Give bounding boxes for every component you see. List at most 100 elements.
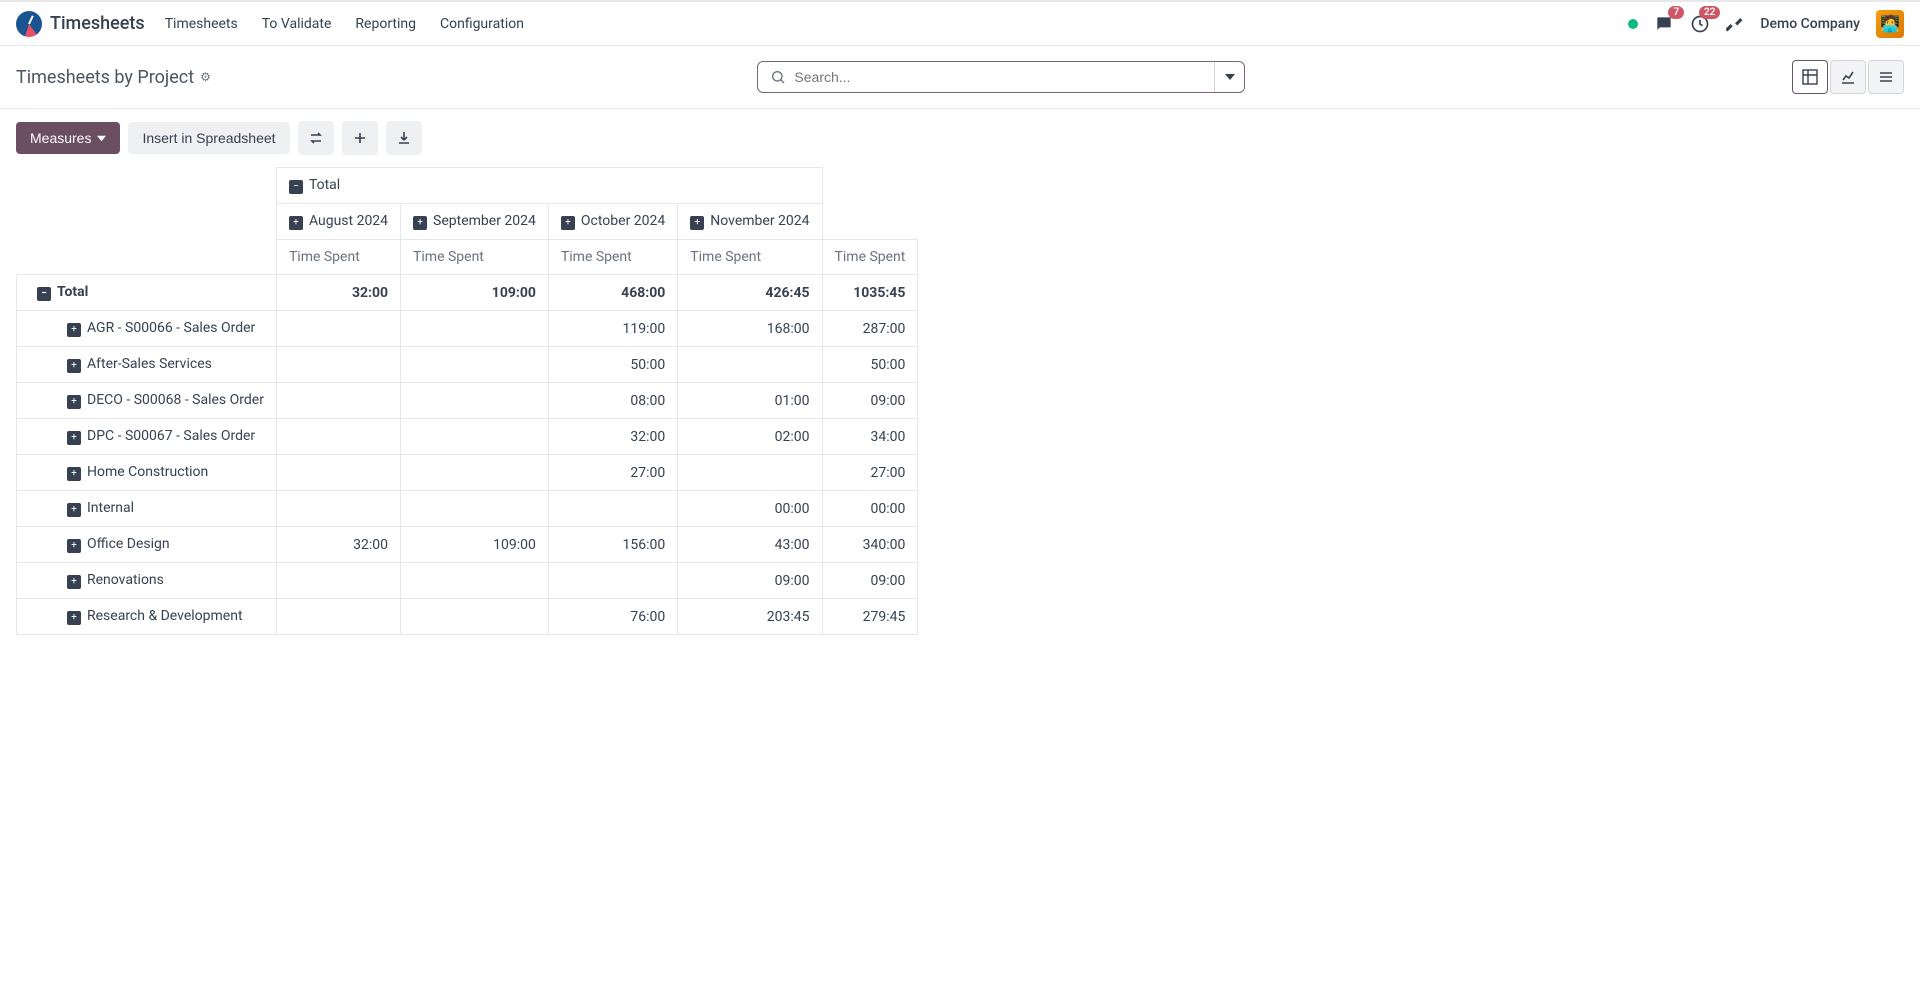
messages-button[interactable]: 7 <box>1654 14 1674 34</box>
col-month-3[interactable]: +November 2024 <box>678 204 822 240</box>
flip-axis-button[interactable] <box>298 121 334 155</box>
measure-1[interactable]: Time Spent <box>401 240 549 275</box>
measure-2[interactable]: Time Spent <box>548 240 677 275</box>
search-input-wrap[interactable] <box>758 62 1214 92</box>
expand-icon[interactable]: + <box>67 431 81 445</box>
cell[interactable]: 27:00 <box>822 455 918 491</box>
download-button[interactable] <box>386 121 422 155</box>
expand-icon[interactable]: + <box>67 575 81 589</box>
collapse-icon[interactable]: − <box>37 287 51 301</box>
expand-icon[interactable]: + <box>413 216 427 230</box>
nav-to-validate[interactable]: To Validate <box>262 16 332 32</box>
cell[interactable] <box>678 347 822 383</box>
gear-icon[interactable]: ⚙ <box>200 70 211 84</box>
cell[interactable] <box>401 383 549 419</box>
cell[interactable]: 168:00 <box>678 311 822 347</box>
cell[interactable]: 08:00 <box>548 383 677 419</box>
cell-total-2[interactable]: 468:00 <box>548 275 677 311</box>
search-input[interactable] <box>794 69 1202 85</box>
cell[interactable]: 09:00 <box>822 383 918 419</box>
expand-icon[interactable]: + <box>67 323 81 337</box>
cell[interactable]: 50:00 <box>822 347 918 383</box>
row-label[interactable]: +Internal <box>17 491 277 527</box>
collapse-icon[interactable]: − <box>289 180 303 194</box>
cell[interactable]: 279:45 <box>822 599 918 635</box>
cell[interactable]: 156:00 <box>548 527 677 563</box>
measure-0[interactable]: Time Spent <box>276 240 400 275</box>
cell[interactable]: 119:00 <box>548 311 677 347</box>
cell[interactable] <box>401 347 549 383</box>
view-list-button[interactable] <box>1868 60 1904 94</box>
cell[interactable] <box>276 599 400 635</box>
cell[interactable] <box>401 311 549 347</box>
expand-icon[interactable]: + <box>67 359 81 373</box>
cell[interactable]: 01:00 <box>678 383 822 419</box>
cell[interactable] <box>276 311 400 347</box>
expand-icon[interactable]: + <box>690 216 704 230</box>
cell[interactable]: 00:00 <box>678 491 822 527</box>
nav-timesheets[interactable]: Timesheets <box>165 16 238 32</box>
expand-all-button[interactable] <box>342 121 378 155</box>
cell-total-1[interactable]: 109:00 <box>401 275 549 311</box>
cell[interactable]: 32:00 <box>276 527 400 563</box>
cell[interactable] <box>276 491 400 527</box>
cell[interactable] <box>548 563 677 599</box>
col-month-1[interactable]: +September 2024 <box>401 204 549 240</box>
cell-total-4[interactable]: 1035:45 <box>822 275 918 311</box>
row-label[interactable]: +After-Sales Services <box>17 347 277 383</box>
expand-icon[interactable]: + <box>67 611 81 625</box>
measure-3[interactable]: Time Spent <box>678 240 822 275</box>
cell[interactable]: 27:00 <box>548 455 677 491</box>
row-label[interactable]: +Home Construction <box>17 455 277 491</box>
cell[interactable] <box>401 419 549 455</box>
cell[interactable] <box>548 491 677 527</box>
measures-button[interactable]: Measures <box>16 122 120 154</box>
row-label[interactable]: +Office Design <box>17 527 277 563</box>
col-total-header[interactable]: −Total <box>276 168 822 204</box>
cell[interactable]: 109:00 <box>401 527 549 563</box>
cell[interactable]: 09:00 <box>822 563 918 599</box>
debug-button[interactable] <box>1726 15 1744 33</box>
cell[interactable] <box>276 419 400 455</box>
expand-icon[interactable]: + <box>561 216 575 230</box>
cell[interactable]: 76:00 <box>548 599 677 635</box>
expand-icon[interactable]: + <box>67 503 81 517</box>
cell[interactable]: 203:45 <box>678 599 822 635</box>
cell[interactable]: 340:00 <box>822 527 918 563</box>
col-month-0[interactable]: +August 2024 <box>276 204 400 240</box>
cell[interactable] <box>401 599 549 635</box>
expand-icon[interactable]: + <box>67 539 81 553</box>
cell[interactable] <box>276 383 400 419</box>
cell[interactable] <box>276 563 400 599</box>
company-selector[interactable]: Demo Company <box>1760 16 1860 32</box>
activities-button[interactable]: 22 <box>1690 14 1710 34</box>
row-label[interactable]: +DPC - S00067 - Sales Order <box>17 419 277 455</box>
insert-spreadsheet-button[interactable]: Insert in Spreadsheet <box>128 122 289 154</box>
cell-total-0[interactable]: 32:00 <box>276 275 400 311</box>
cell[interactable] <box>401 563 549 599</box>
cell[interactable]: 50:00 <box>548 347 677 383</box>
cell[interactable]: 32:00 <box>548 419 677 455</box>
cell[interactable]: 34:00 <box>822 419 918 455</box>
nav-configuration[interactable]: Configuration <box>440 16 524 32</box>
cell[interactable] <box>401 491 549 527</box>
cell[interactable]: 43:00 <box>678 527 822 563</box>
expand-icon[interactable]: + <box>67 395 81 409</box>
view-graph-button[interactable] <box>1830 60 1866 94</box>
cell[interactable]: 00:00 <box>822 491 918 527</box>
row-label[interactable]: +DECO - S00068 - Sales Order <box>17 383 277 419</box>
user-avatar[interactable]: 🧑‍💻 <box>1876 10 1904 38</box>
col-month-2[interactable]: +October 2024 <box>548 204 677 240</box>
cell[interactable]: 02:00 <box>678 419 822 455</box>
row-total-label[interactable]: −Total <box>17 275 277 311</box>
measure-total[interactable]: Time Spent <box>822 240 918 275</box>
row-label[interactable]: +Research & Development <box>17 599 277 635</box>
cell[interactable] <box>678 455 822 491</box>
cell[interactable]: 287:00 <box>822 311 918 347</box>
nav-reporting[interactable]: Reporting <box>355 16 416 32</box>
view-pivot-button[interactable] <box>1792 60 1828 94</box>
cell-total-3[interactable]: 426:45 <box>678 275 822 311</box>
cell[interactable]: 09:00 <box>678 563 822 599</box>
brand[interactable]: Timesheets <box>16 11 145 37</box>
expand-icon[interactable]: + <box>289 216 303 230</box>
